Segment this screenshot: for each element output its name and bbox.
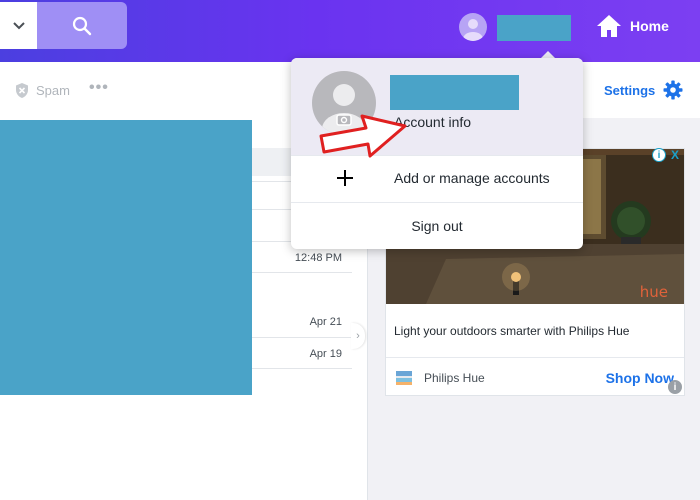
home-label: Home (630, 18, 669, 34)
home-icon (597, 15, 621, 37)
sign-out-label: Sign out (411, 218, 463, 234)
ad-divider (386, 357, 684, 358)
home-link[interactable]: Home (596, 11, 669, 41)
message-date: 12:48 PM (294, 252, 342, 264)
ad-headline: Light your outdoors smarter with Philips… (394, 324, 630, 338)
ad-info-icon[interactable]: i (652, 148, 666, 162)
sign-out-item[interactable]: Sign out (291, 203, 583, 249)
profile-name-redacted[interactable] (497, 15, 571, 41)
row-divider (252, 368, 352, 369)
gear-icon (663, 80, 683, 100)
spam-label: Spam (36, 83, 70, 98)
profile-avatar-button[interactable] (459, 13, 487, 41)
search-dropdown-toggle[interactable] (0, 2, 37, 49)
shield-block-icon (16, 83, 28, 98)
message-row[interactable]: Apr 21 (252, 306, 352, 337)
ad-info-small-icon[interactable]: i (668, 380, 682, 394)
top-header: Home (0, 0, 700, 62)
redacted-message-content (0, 120, 252, 395)
ad-advertiser: Philips Hue (396, 371, 485, 385)
collapse-pane-handle[interactable]: › (351, 323, 365, 349)
message-date: Apr 19 (309, 348, 342, 360)
ad-brand-name: Philips Hue (424, 371, 485, 385)
settings-label: Settings (604, 82, 656, 98)
row-divider (252, 272, 352, 273)
ad-choices[interactable]: i X (652, 148, 682, 162)
user-silhouette-icon (463, 19, 483, 41)
add-manage-accounts-label: Add or manage accounts (394, 170, 550, 186)
ad-close-icon[interactable]: X (668, 148, 682, 162)
annotation-arrow-icon (319, 114, 407, 158)
chevron-right-icon: › (356, 330, 360, 342)
search-icon (72, 16, 92, 35)
spam-button[interactable]: Spam (14, 82, 70, 99)
message-date: Apr 21 (309, 316, 342, 328)
shop-now-button[interactable]: Shop Now (606, 370, 674, 386)
more-actions-button[interactable]: ••• (89, 79, 109, 97)
hue-brand-mark: hue (639, 283, 668, 301)
search-button[interactable] (37, 2, 127, 49)
plus-icon (337, 170, 353, 186)
settings-button[interactable]: Settings (604, 80, 683, 100)
chevron-down-icon (12, 21, 25, 29)
account-name-redacted (390, 75, 519, 110)
philips-logo-icon (396, 371, 412, 385)
message-row[interactable]: Apr 19 (252, 338, 352, 368)
